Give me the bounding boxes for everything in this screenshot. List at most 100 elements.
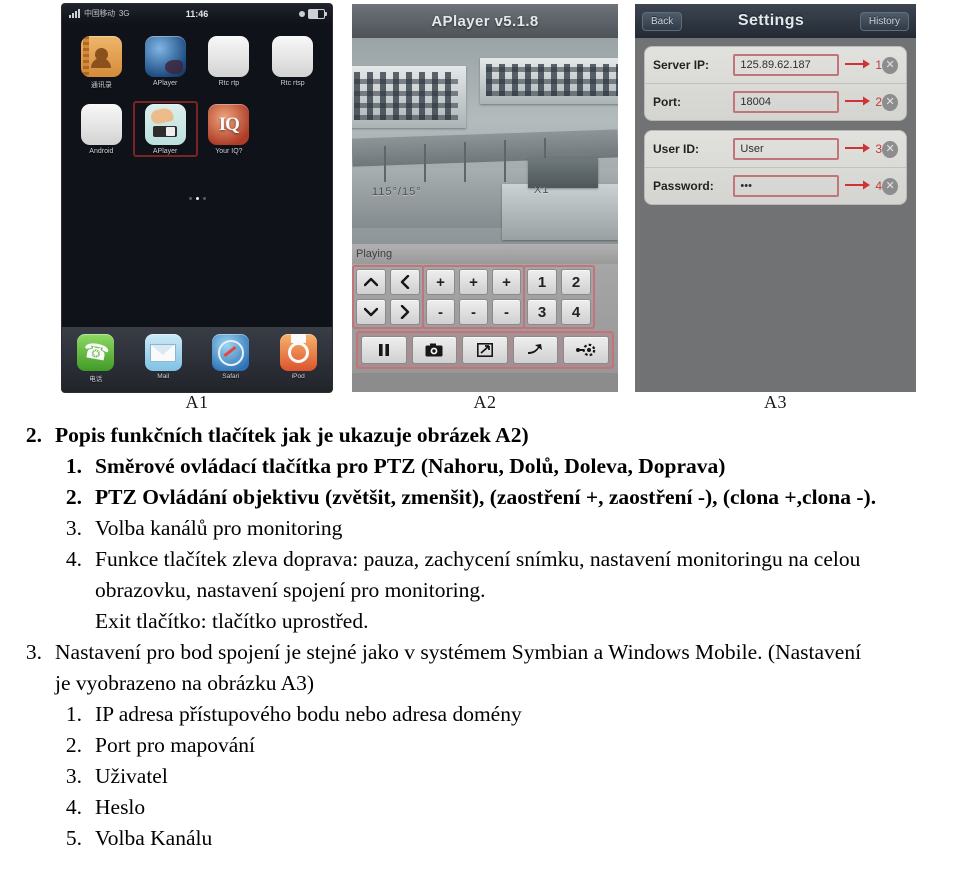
annotation-arrow-icon [845,93,871,111]
clear-icon[interactable]: ✕ [882,177,898,195]
continuation-line-2: Exit tlačítko: tlačítko uprostřed. [95,609,369,633]
history-button[interactable]: History [859,11,909,31]
app-label: Your IQ? [215,148,243,155]
annotation-arrow-icon [845,56,871,74]
list-item: 4. Heslo [0,792,960,823]
safari-icon [212,334,250,371]
iris-open-button[interactable]: + [492,269,521,295]
list-number: 1. [65,702,82,726]
channel-2-button[interactable]: 2 [561,269,591,295]
password-label: Password: [653,179,714,193]
list-number: 3. [65,516,82,540]
player-title: APlayer v5.1.8 [352,4,618,38]
settings-row-server-ip: Server IP: 125.89.62.187 1 ✕ [645,47,906,84]
app-icon-your-iq[interactable]: IQ Your IQ? [200,104,259,155]
app-icon-aplayer[interactable]: APlayer [132,101,198,157]
dock-label: Mail [157,373,170,380]
app-icon-rtc-rtsp[interactable]: Rtc rtsp [263,36,322,90]
list-number: 1. [65,454,82,478]
settings-group-credentials: User ID: User 3 ✕ Password: ••• 4 ✕ [644,130,907,205]
list-item: 2. PTZ Ovládání objektivu (zvětšit, zmen… [0,482,960,513]
list-text: Heslo [95,795,146,819]
clear-icon[interactable]: ✕ [882,140,898,158]
app-icon-aplayer-globe[interactable]: APlayer [136,36,195,90]
figure-a3-settings: Back Settings History Server IP: 125.89.… [635,4,916,392]
osd-angle: 115°/15° [372,186,422,198]
port-label: Port: [653,95,681,109]
user-id-label: User ID: [653,142,700,156]
zoom-in-button[interactable]: + [426,269,455,295]
focus-in-button[interactable]: + [459,269,488,295]
list-item: 5. Volba Kanálu [0,823,960,854]
list-text: Popis funkčních tlačítek jak je ukazuje … [55,423,529,447]
blank-icon [272,36,314,77]
status-clock: 11:46 [185,8,209,19]
snapshot-icon [425,343,443,357]
dock-label: Safari [222,373,240,380]
list-item: 3. Volba kanálů pro monitoring [0,513,960,544]
list-item-section-3: 3. Nastavení pro bod spojení je stejné j… [0,637,960,668]
snapshot-button[interactable] [411,336,458,364]
iris-close-button[interactable]: - [492,299,521,325]
server-ip-label: Server IP: [653,58,710,72]
ptz-right-button[interactable] [390,299,420,325]
clear-icon[interactable]: ✕ [882,93,898,111]
ptz-left-button[interactable] [390,269,420,295]
dock-item-phone[interactable]: ☎ 电话 [77,334,115,383]
page-dots[interactable] [62,197,332,200]
back-button[interactable]: Back [642,11,683,31]
player-status: Playing [352,244,618,264]
control-pad: + + + - - - 1 2 3 4 [352,264,618,373]
dock-item-mail[interactable]: Mail [144,334,182,380]
ptz-down-button[interactable] [356,299,386,325]
list-text: Směrové ovládací tlačítka pro PTZ (Nahor… [95,454,726,478]
list-number: 3. [25,640,42,664]
app-icon-rtc-rtp[interactable]: Rtc rtp [200,36,259,90]
server-ip-field[interactable]: 125.89.62.187 [733,54,840,76]
pause-button[interactable] [361,336,407,364]
channel-4-button[interactable]: 4 [561,299,591,325]
dock-item-safari[interactable]: Safari [212,334,250,380]
settings-row-user-id: User ID: User 3 ✕ [645,131,906,168]
list-text: Volba kanálů pro monitoring [95,516,343,540]
globe-icon [144,36,186,77]
iphone-status-bar: 中国移动 3G 11:46 [62,4,332,23]
list-text: Volba Kanálu [95,826,213,850]
home-app-grid: 通讯录 APlayer Rtc rtp Rtc rtsp Android APl… [62,23,332,157]
figure-a2-player: APlayer v5.1.8 115°/15° X1 Playing + + +… [352,4,618,392]
list-item: 3. Uživatel [0,761,960,792]
channel-1-button[interactable]: 1 [527,269,557,295]
port-field[interactable]: 18004 [733,91,840,113]
fullscreen-button[interactable] [462,336,508,364]
password-field[interactable]: ••• [733,175,840,197]
list-number: 4. [65,547,82,571]
exit-button[interactable] [512,336,559,364]
list-number: 5. [65,826,82,850]
function-button-row [356,331,614,369]
settings-row-port: Port: 18004 2 ✕ [645,84,906,120]
app-icon-contacts[interactable]: 通讯录 [72,36,131,90]
exit-icon [527,344,542,354]
channel-3-button[interactable]: 3 [527,299,557,325]
annotation-number-2: 2 [875,95,883,109]
clear-icon[interactable]: ✕ [882,56,898,74]
list-text: Funkce tlačítek zleva doprava: pauza, za… [95,547,861,571]
app-label: Rtc rtsp [280,80,305,87]
app-label: APlayer [152,80,178,87]
contacts-icon [80,36,122,77]
settings-button[interactable] [563,336,609,364]
focus-out-button[interactable]: - [459,299,488,325]
figure-caption-a3: A3 [764,392,787,412]
zoom-out-button[interactable]: - [426,299,455,325]
dock-item-ipod[interactable]: iPod [279,334,317,380]
user-id-field[interactable]: User [733,138,840,160]
app-icon-android[interactable]: Android [72,104,131,155]
figure-a1-home-screen: 中国移动 3G 11:46 通讯录 APlayer Rtc rtp Rtc rt… [62,4,332,392]
settings-group-server: Server IP: 125.89.62.187 1 ✕ Port: 18004… [644,46,907,121]
settings-empty-area [644,214,907,364]
aplayer-icon [144,104,186,145]
annotation-number-1: 1 [875,58,883,72]
ptz-up-button[interactable] [356,269,386,295]
app-label: Rtc rtp [218,80,240,87]
list-text: Port pro mapování [95,733,256,757]
